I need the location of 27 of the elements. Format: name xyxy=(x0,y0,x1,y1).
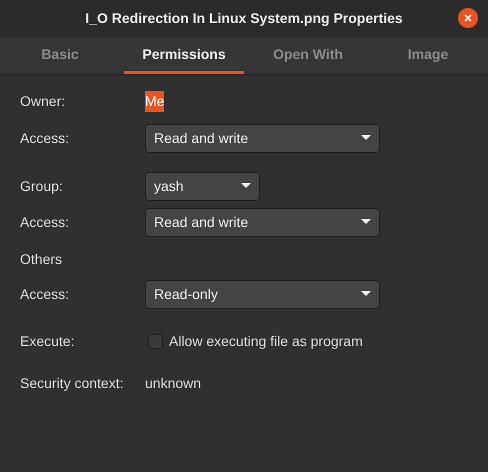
dropdown[interactable]: Read and write xyxy=(145,124,380,152)
field-value: unknown xyxy=(145,374,202,392)
field-label: Owner: xyxy=(20,92,66,110)
field-value: Me xyxy=(145,90,164,112)
checkbox[interactable] xyxy=(148,334,163,348)
field-label: Access: xyxy=(20,128,70,148)
dropdown[interactable]: yash xyxy=(145,172,260,200)
dropdown[interactable]: Read and write xyxy=(145,208,380,236)
caret-icon xyxy=(361,291,371,297)
caret-icon xyxy=(361,219,371,225)
tab[interactable]: Permissions xyxy=(124,37,244,74)
field-label: Access: xyxy=(20,284,70,304)
caret-icon xyxy=(361,135,371,141)
dropdown[interactable]: Read-only xyxy=(145,280,380,308)
close-icon xyxy=(464,14,472,22)
caret-icon xyxy=(241,183,251,189)
tab[interactable]: Basic xyxy=(0,37,120,74)
field-label: Group: xyxy=(20,176,64,196)
close-button[interactable] xyxy=(458,8,478,28)
tab[interactable]: Image xyxy=(368,37,488,74)
field-label: Execute: xyxy=(20,332,76,350)
section-heading: Others xyxy=(20,250,62,268)
checkbox-label[interactable]: Allow executing file as program xyxy=(169,330,363,352)
window-title: I_O Redirection In Linux System.png Properties xyxy=(85,9,403,28)
field-label: Security context: xyxy=(20,374,124,393)
tab[interactable]: Open With xyxy=(248,37,368,74)
field-label: Access: xyxy=(20,212,70,232)
